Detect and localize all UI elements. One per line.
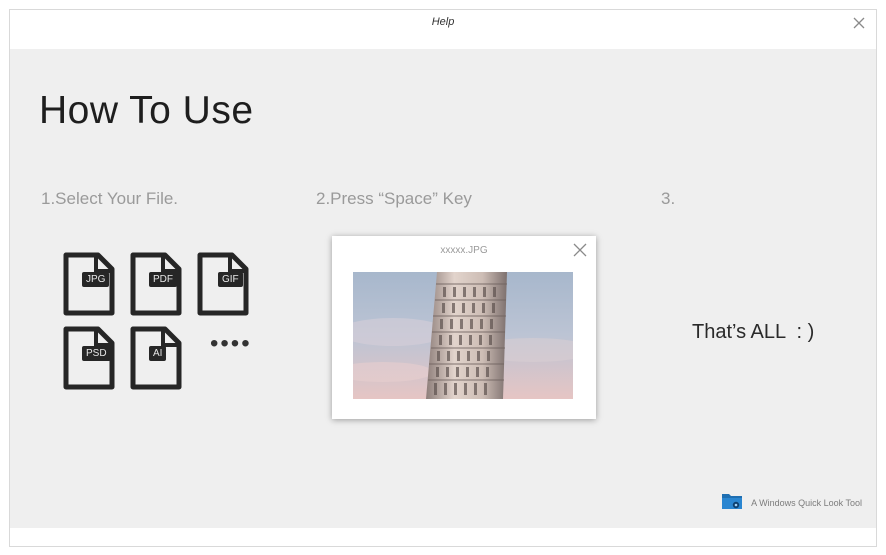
ai-file-icon: AI [129,326,185,390]
tower-image [353,272,573,399]
step-3-label: 3. [661,189,676,208]
file-type-label: PDF [149,272,177,287]
final-message: That’s ALL : ) [692,321,815,343]
file-type-icons: JPG PDF GIF PSD AI •••• [62,252,262,392]
more-file-types-indicator: •••• [210,330,252,357]
page-title: How To Use [39,89,254,132]
psd-file-icon: PSD [62,326,118,390]
folder-eye-icon [722,494,743,509]
file-type-label: AI [149,346,167,361]
file-type-label: PSD [82,346,111,361]
file-type-label: JPG [82,272,110,287]
close-button[interactable] [850,14,868,32]
preview-close-icon [571,241,589,259]
step-1-label: 1.Select Your File. [41,189,179,208]
help-window: Help How To Use 1.Select Your File. 2.Pr… [9,9,877,547]
file-type-label: GIF [218,272,243,287]
gif-file-icon: GIF [196,252,252,316]
help-content: How To Use 1.Select Your File. 2.Press “… [10,49,876,528]
close-icon [853,17,865,29]
leaning-tower-photo [353,272,573,399]
window-title: Help [431,16,455,28]
brand-text: A Windows Quick Look Tool [751,498,862,508]
pdf-file-icon: PDF [129,252,185,316]
jpg-file-icon: JPG [62,252,118,316]
preview-filename: xxxxx.JPG [440,245,488,256]
quick-look-preview-window: xxxxx.JPG [332,236,596,419]
step-2-label: 2.Press “Space” Key [316,189,472,208]
brand-footer: A Windows Quick Look Tool [722,493,862,511]
title-bar: Help [10,10,876,49]
